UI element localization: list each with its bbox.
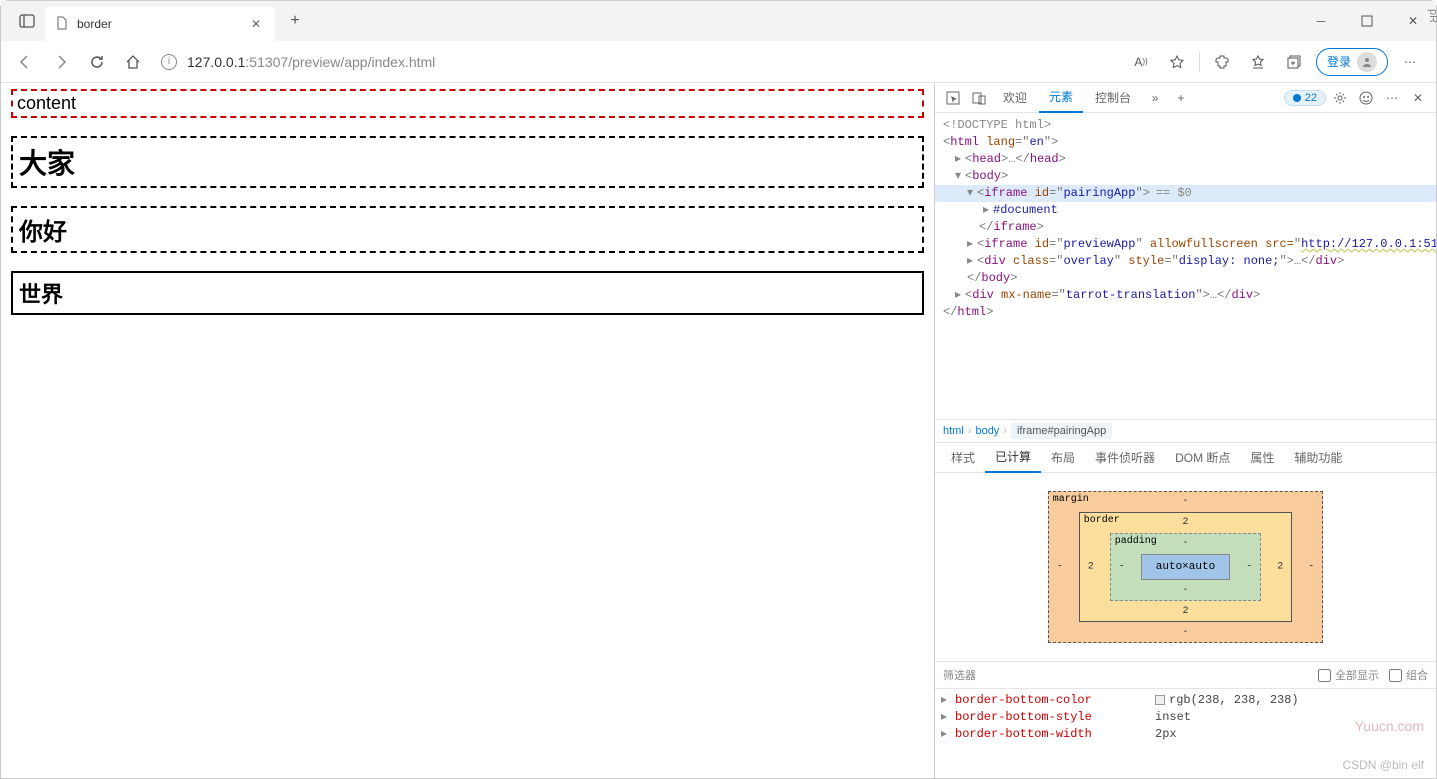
home-button[interactable] (117, 46, 149, 78)
issues-badge[interactable]: 22 (1284, 90, 1326, 106)
page-viewport: content 大家 你好 世界 (1, 83, 934, 778)
minimize-button[interactable]: ─ (1298, 1, 1344, 41)
stab-accessibility[interactable]: 辅助功能 (1284, 443, 1352, 473)
new-tab-button[interactable]: + (279, 5, 311, 37)
stab-dom-breakpoints[interactable]: DOM 断点 (1165, 443, 1240, 473)
prop-row[interactable]: ▸border-bottom-width 2px (941, 725, 1430, 742)
computed-panel: margin - - - - border 2 2 2 2 (935, 473, 1436, 778)
devtools-panel: 欢迎 元素 控制台 » + 22 ⋯ ✕ <!DOCTYPE html> <h (934, 83, 1436, 778)
filter-row: 筛选器 全部显示 组合 (935, 661, 1436, 689)
dom-breadcrumb[interactable]: html › body › iframe#pairingApp (935, 419, 1436, 443)
favorites-bar-icon[interactable] (1244, 48, 1272, 76)
url-path: /preview/app/index.html (288, 54, 435, 70)
prop-row[interactable]: ▸border-bottom-style inset (941, 708, 1430, 725)
tab-elements[interactable]: 元素 (1039, 83, 1083, 113)
stab-layout[interactable]: 布局 (1041, 443, 1085, 473)
color-swatch (1155, 695, 1165, 705)
site-info-icon[interactable]: i (161, 54, 177, 70)
url-input[interactable]: i 127.0.0.1:51307/preview/app/index.html (153, 47, 1123, 77)
feedback-icon[interactable] (1354, 86, 1378, 110)
dom-doctype: <!DOCTYPE html> (943, 118, 1051, 132)
tab-actions-icon[interactable] (9, 5, 45, 37)
back-button[interactable] (9, 46, 41, 78)
crumb-html[interactable]: html (943, 425, 964, 437)
devtools-close-icon[interactable]: ✕ (1406, 86, 1430, 110)
url-host: 127.0.0.1 (187, 54, 245, 70)
divider (1199, 52, 1200, 72)
extensions-icon[interactable] (1208, 48, 1236, 76)
stab-computed[interactable]: 已计算 (985, 443, 1041, 473)
login-button[interactable]: 登录 (1316, 48, 1388, 76)
prop-row[interactable]: ▸border-bottom-color rgb(238, 238, 238) (941, 691, 1430, 708)
dom-tree[interactable]: <!DOCTYPE html> <html lang="en"> ▸<head>… (935, 113, 1436, 419)
show-all-checkbox[interactable]: 全部显示 (1318, 667, 1379, 683)
document-icon (55, 16, 69, 33)
address-bar: i 127.0.0.1:51307/preview/app/index.html… (1, 41, 1436, 83)
content-box-1: content (11, 89, 924, 118)
content-box-3: 你好 (11, 206, 924, 253)
more-tabs-icon[interactable]: » (1143, 86, 1167, 110)
more-icon[interactable]: ⋯ (1396, 48, 1424, 76)
box-model-content: auto×auto (1141, 554, 1230, 580)
avatar-icon (1357, 52, 1377, 72)
collections-icon[interactable] (1280, 48, 1308, 76)
content-box-4: 世界 (11, 271, 924, 315)
tab-bar: border ✕ + ─ ✕ (1, 1, 1436, 41)
crumb-body[interactable]: body (975, 425, 999, 437)
close-window-button[interactable]: ✕ (1390, 1, 1436, 41)
favorite-icon[interactable] (1163, 48, 1191, 76)
url-port: :51307 (245, 54, 288, 70)
login-label: 登录 (1327, 53, 1351, 70)
tab-title: border (77, 17, 247, 31)
inspect-icon[interactable] (941, 86, 965, 110)
styles-tabs: 样式 已计算 布局 事件侦听器 DOM 断点 属性 辅助功能 (935, 443, 1436, 473)
stab-listeners[interactable]: 事件侦听器 (1085, 443, 1165, 473)
computed-properties[interactable]: ▸border-bottom-color rgb(238, 238, 238) … (935, 689, 1436, 744)
forward-button (45, 46, 77, 78)
add-tab-icon[interactable]: + (1169, 86, 1193, 110)
stab-properties[interactable]: 属性 (1240, 443, 1284, 473)
devtools-header: 欢迎 元素 控制台 » + 22 ⋯ ✕ (935, 83, 1436, 113)
stab-styles[interactable]: 样式 (941, 443, 985, 473)
browser-tab[interactable]: border ✕ (45, 7, 275, 41)
tab-welcome[interactable]: 欢迎 (993, 83, 1037, 113)
refresh-button[interactable] (81, 46, 113, 78)
dom-selected-node[interactable]: ▾<iframe id="pairingApp">== $0 (935, 185, 1436, 202)
filter-input[interactable]: 筛选器 (943, 667, 1308, 683)
tab-console[interactable]: 控制台 (1085, 83, 1141, 113)
devtools-more-icon[interactable]: ⋯ (1380, 86, 1404, 110)
box-model[interactable]: margin - - - - border 2 2 2 2 (935, 473, 1436, 661)
read-aloud-icon[interactable]: A)) (1127, 48, 1155, 76)
content-box-2: 大家 (11, 136, 924, 188)
close-tab-icon[interactable]: ✕ (247, 17, 265, 31)
crumb-current[interactable]: iframe#pairingApp (1011, 423, 1112, 439)
device-toggle-icon[interactable] (967, 86, 991, 110)
maximize-button[interactable] (1344, 1, 1390, 41)
group-checkbox[interactable]: 组合 (1389, 667, 1428, 683)
settings-icon[interactable] (1328, 86, 1352, 110)
